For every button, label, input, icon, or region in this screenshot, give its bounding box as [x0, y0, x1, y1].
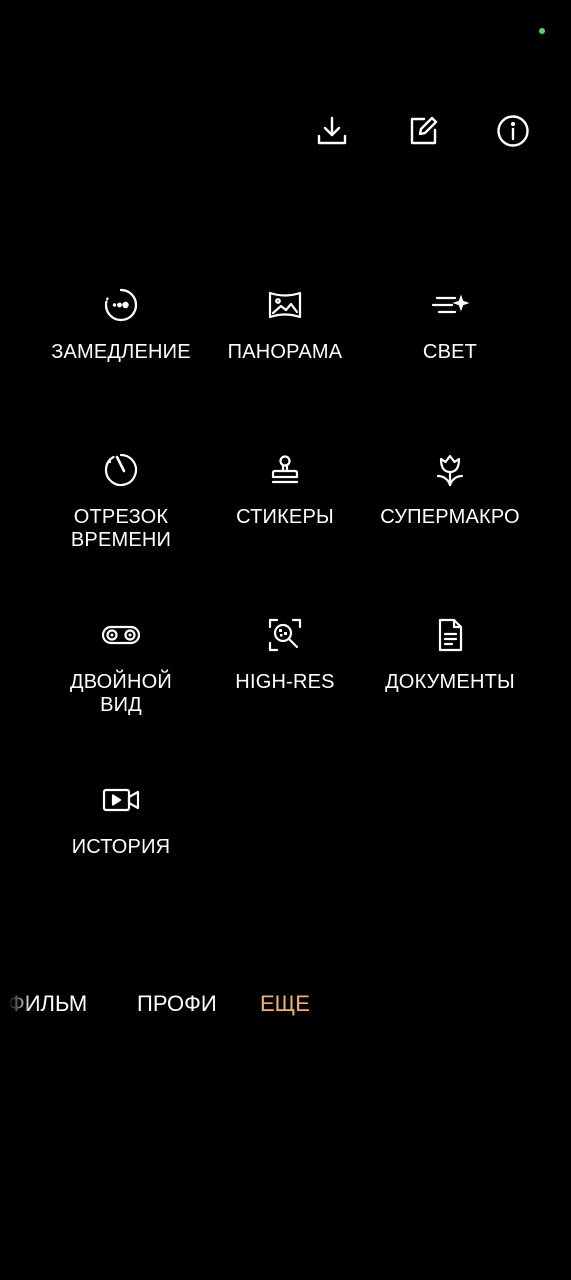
mode-slow-motion[interactable]: ЗАМЕДЛЕНИЕ [36, 285, 206, 364]
time-lapse-icon [101, 450, 141, 490]
macro-flower-icon [430, 450, 470, 490]
mode-label: HIGH-RES [235, 671, 335, 693]
mode-light-painting[interactable]: СВЕТ [365, 285, 535, 364]
mode-super-macro[interactable]: СУПЕРМАКРО [365, 450, 535, 529]
mode-high-res[interactable]: HIGH-RES [200, 615, 370, 694]
tab-film[interactable]: ФИЛЬМ [8, 988, 87, 1020]
info-icon [497, 115, 529, 147]
mode-documents[interactable]: ДОКУМЕНТЫ [365, 615, 535, 694]
download-button[interactable] [313, 112, 351, 150]
mode-panorama[interactable]: ПАНОРАМА [200, 285, 370, 364]
mode-dual-view[interactable]: ДВОЙНОЙ ВИД [36, 615, 206, 717]
tab-more[interactable]: ЕЩЕ [260, 988, 310, 1020]
edit-icon [410, 116, 438, 145]
stamp-icon [265, 450, 305, 490]
panorama-icon [265, 285, 305, 325]
status-indicator-dot [539, 28, 545, 34]
document-icon [430, 615, 470, 655]
edit-button[interactable] [404, 112, 442, 150]
slow-motion-icon [101, 285, 141, 325]
light-painting-icon [430, 285, 470, 325]
mode-stickers[interactable]: СТИКЕРЫ [200, 450, 370, 529]
tab-pro[interactable]: ПРОФИ [137, 988, 217, 1020]
dual-view-icon [101, 615, 141, 655]
high-res-icon [265, 615, 305, 655]
mode-label: СТИКЕРЫ [236, 506, 334, 528]
mode-label: ОТРЕЗОК ВРЕМЕНИ [70, 506, 172, 551]
info-button[interactable] [494, 112, 532, 150]
mode-time-lapse[interactable]: ОТРЕЗОК ВРЕМЕНИ [36, 450, 206, 552]
mode-story[interactable]: ИСТОРИЯ [36, 780, 206, 859]
mode-label: ЗАМЕДЛЕНИЕ [51, 341, 191, 363]
mode-label: ДВОЙНОЙ ВИД [70, 671, 172, 716]
mode-label: СУПЕРМАКРО [380, 506, 520, 528]
download-icon [317, 116, 347, 145]
mode-label: СВЕТ [422, 341, 478, 363]
video-story-icon [101, 780, 141, 820]
mode-label: ПАНОРАМА [227, 341, 343, 363]
camera-mode-tabbar: ФИЛЬМ ПРОФИ ЕЩЕ [0, 988, 571, 1020]
mode-label: ДОКУМЕНТЫ [385, 671, 515, 693]
mode-label: ИСТОРИЯ [71, 836, 171, 858]
